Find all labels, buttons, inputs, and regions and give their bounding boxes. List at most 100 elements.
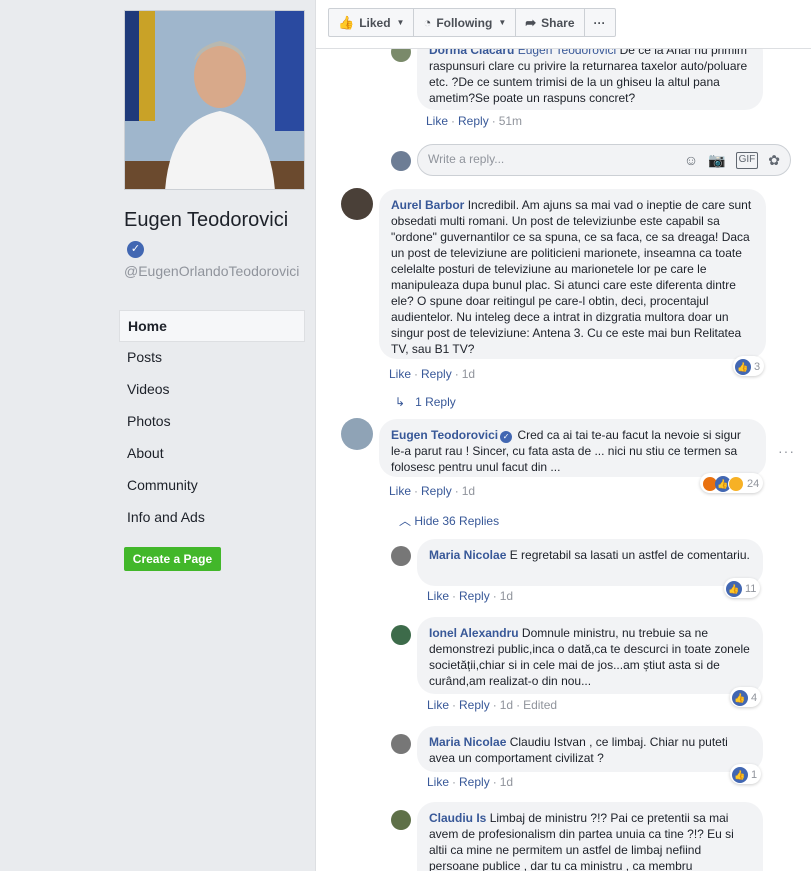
comment-text: E regretabil sa lasati un astfel de come… bbox=[509, 548, 750, 562]
edited-label[interactable]: Edited bbox=[523, 698, 557, 712]
comment-actions: Like · Reply · 1d bbox=[427, 589, 514, 603]
reaction-count[interactable]: 👍 3 bbox=[733, 356, 765, 376]
comment-bubble: Maria Nicolae E regretabil sa lasati un … bbox=[417, 539, 763, 586]
reaction-count[interactable]: 👍 4 bbox=[730, 687, 762, 707]
more-options-button[interactable]: ··· bbox=[585, 9, 615, 36]
share-button[interactable]: ➦ Share bbox=[516, 9, 585, 36]
reaction-number: 24 bbox=[747, 478, 760, 490]
comment-text: Incredibil. Am ajuns sa mai vad o inepti… bbox=[391, 198, 752, 356]
like-reaction-icon: 👍 bbox=[735, 359, 751, 375]
hide-replies-label: Hide 36 Replies bbox=[414, 514, 500, 528]
comment-author[interactable]: Claudiu Is bbox=[429, 811, 486, 825]
comment-author[interactable]: Maria Nicolae bbox=[429, 548, 506, 562]
gif-icon[interactable]: GIF bbox=[735, 152, 759, 169]
nav-item-community[interactable]: Community bbox=[119, 470, 305, 502]
profile-photo-image bbox=[125, 11, 304, 189]
comment-bubble: Eugen Teodorovici ✓ Cred ca ai tai te-au … bbox=[379, 419, 766, 477]
sticker-icon[interactable]: ✿ bbox=[768, 152, 780, 169]
avatar[interactable] bbox=[391, 810, 411, 830]
liked-button[interactable]: 👍 Liked ▼ bbox=[329, 9, 415, 36]
reply-composer[interactable]: ☺ 📷 GIF ✿ bbox=[417, 144, 791, 176]
sad-reaction-icon bbox=[728, 476, 744, 492]
comment-author[interactable]: Eugen Teodorovici bbox=[391, 428, 498, 442]
comment-timestamp[interactable]: 51m bbox=[499, 114, 522, 128]
rss-icon: ◔ bbox=[423, 15, 432, 30]
like-link[interactable]: Like bbox=[426, 114, 448, 128]
chevron-down-icon: ▼ bbox=[396, 18, 405, 27]
comment-timestamp[interactable]: 1d bbox=[500, 589, 513, 603]
thumbs-up-icon: 👍 bbox=[338, 14, 355, 30]
like-reaction-icon: 👍 bbox=[732, 767, 748, 783]
share-arrow-icon: ➦ bbox=[525, 14, 537, 30]
liked-label: Liked bbox=[359, 15, 391, 30]
nav-item-posts[interactable]: Posts bbox=[119, 342, 305, 374]
page-nav: Home Posts Videos Photos About Community… bbox=[119, 310, 305, 534]
comment-actions: Like · Reply · 1d bbox=[389, 484, 476, 498]
comment-timestamp[interactable]: 1d bbox=[500, 698, 513, 712]
view-replies-label: 1 Reply bbox=[415, 395, 456, 409]
emoji-icon[interactable]: ☺ bbox=[684, 152, 698, 169]
reaction-number: 4 bbox=[751, 692, 758, 704]
comment-timestamp[interactable]: 1d bbox=[462, 484, 475, 498]
reaction-count[interactable]: 👍 24 bbox=[700, 473, 764, 493]
reply-link[interactable]: Reply bbox=[421, 484, 452, 498]
like-link[interactable]: Like bbox=[389, 484, 411, 498]
like-link[interactable]: Like bbox=[389, 367, 411, 381]
comment-options-icon[interactable]: ··· bbox=[778, 443, 795, 459]
nav-item-info-and-ads[interactable]: Info and Ads bbox=[119, 502, 305, 534]
verified-badge-icon: ✓ bbox=[127, 241, 144, 258]
avatar[interactable] bbox=[341, 418, 373, 450]
reply-link[interactable]: Reply bbox=[459, 589, 490, 603]
comment-bubble: Ionel Alexandru Domnule ministru, nu tre… bbox=[417, 617, 763, 694]
reply-link[interactable]: Reply bbox=[459, 698, 490, 712]
comment-bubble: Aurel Barbor Incredibil. Am ajuns sa mai… bbox=[379, 189, 766, 359]
left-sidebar: Eugen Teodorovici ✓ @EugenOrlandoTeodorov… bbox=[0, 0, 316, 871]
page-name-text: Eugen Teodorovici bbox=[124, 209, 289, 231]
reaction-count[interactable]: 👍 1 bbox=[730, 764, 762, 784]
following-button[interactable]: ◔ Following ▼ bbox=[414, 9, 517, 36]
hide-replies-link[interactable]: ︿ Hide 36 Replies bbox=[399, 512, 499, 529]
comment-timestamp[interactable]: 1d bbox=[500, 775, 513, 789]
reply-arrow-icon: ↳ bbox=[395, 395, 406, 409]
page-handle[interactable]: @EugenOrlandoTeodorovici bbox=[124, 263, 308, 279]
nav-item-home[interactable]: Home bbox=[119, 310, 305, 342]
following-label: Following bbox=[436, 15, 493, 30]
comment-actions: Like · Reply · 1d bbox=[427, 775, 514, 789]
comment-bubble: Maria Nicolae Claudiu Istvan , ce limbaj… bbox=[417, 726, 763, 772]
reply-link[interactable]: Reply bbox=[458, 114, 489, 128]
camera-icon[interactable]: 📷 bbox=[708, 152, 725, 169]
view-replies-link[interactable]: ↳ 1 Reply bbox=[395, 395, 456, 409]
reply-link[interactable]: Reply bbox=[421, 367, 452, 381]
comment-author[interactable]: Ionel Alexandru bbox=[429, 626, 519, 640]
avatar[interactable] bbox=[391, 546, 411, 566]
like-reaction-icon: 👍 bbox=[726, 581, 742, 597]
avatar[interactable] bbox=[391, 625, 411, 645]
comment-author[interactable]: Maria Nicolae bbox=[429, 735, 506, 749]
like-reaction-icon: 👍 bbox=[732, 690, 748, 706]
nav-item-videos[interactable]: Videos bbox=[119, 374, 305, 406]
nav-item-photos[interactable]: Photos bbox=[119, 406, 305, 438]
avatar[interactable] bbox=[391, 734, 411, 754]
nav-item-about[interactable]: About bbox=[119, 438, 305, 470]
like-link[interactable]: Like bbox=[427, 589, 449, 603]
profile-picture[interactable] bbox=[124, 10, 305, 190]
like-link[interactable]: Like bbox=[427, 698, 449, 712]
avatar[interactable] bbox=[341, 188, 373, 220]
comment-timestamp[interactable]: 1d bbox=[462, 367, 475, 381]
chevron-down-icon: ▼ bbox=[498, 18, 507, 27]
like-link[interactable]: Like bbox=[427, 775, 449, 789]
reaction-number: 3 bbox=[754, 361, 761, 373]
reaction-number: 11 bbox=[745, 583, 757, 595]
current-user-avatar bbox=[391, 151, 411, 171]
comment-author[interactable]: Aurel Barbor bbox=[391, 198, 464, 212]
create-page-button[interactable]: Create a Page bbox=[124, 547, 221, 571]
verified-badge-icon: ✓ bbox=[500, 431, 513, 443]
reply-input[interactable] bbox=[428, 152, 668, 166]
comment-actions: Like · Reply · 1d · Edited bbox=[427, 698, 558, 712]
page-action-bar: 👍 Liked ▼ ◔ Following ▼ ➦ Share ··· bbox=[316, 0, 811, 49]
chevron-up-icon: ︿ bbox=[399, 514, 412, 528]
reply-link[interactable]: Reply bbox=[459, 775, 490, 789]
reaction-count[interactable]: 👍 11 bbox=[724, 578, 761, 598]
composer-tools: ☺ 📷 GIF ✿ bbox=[684, 152, 780, 169]
share-label: Share bbox=[541, 15, 575, 30]
